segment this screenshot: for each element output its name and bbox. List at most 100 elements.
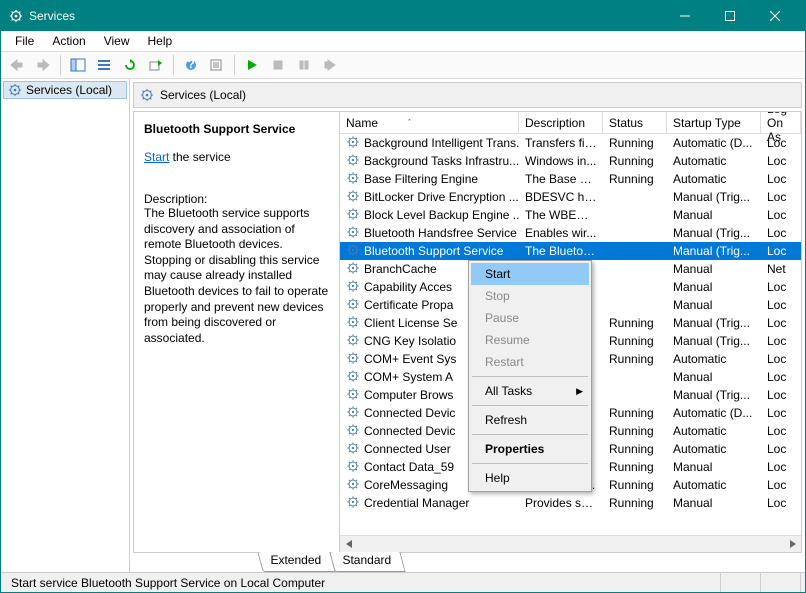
gear-icon [346,207,360,224]
cell-startup: Manual [667,298,761,312]
ctx-help[interactable]: Help [471,467,589,489]
start-service-link[interactable]: Start [144,150,169,164]
export-button[interactable] [144,53,168,77]
ctx-refresh[interactable]: Refresh [471,409,589,431]
cell-description: Windows in... [519,154,603,168]
cell-logon: Loc [761,244,801,258]
gear-icon [346,459,360,476]
cell-logon: Loc [761,388,801,402]
status-spacer [761,573,801,592]
tab-standard[interactable]: Standard [329,552,405,572]
table-row[interactable]: BitLocker Drive Encryption ...BDESVC hos… [340,188,801,206]
ctx-pause[interactable]: Pause [471,307,589,329]
cell-status: Running [603,352,667,366]
cell-logon: Loc [761,406,801,420]
restart-service-button[interactable] [318,53,342,77]
toolbar-separator [234,55,235,75]
forward-button[interactable] [31,53,55,77]
cell-startup: Automatic [667,172,761,186]
table-row[interactable]: Bluetooth Support ServiceThe Bluetoo...M… [340,242,801,260]
tree-node-services-local[interactable]: Services (Local) [3,81,127,99]
tab-extended[interactable]: Extended [257,552,335,572]
cell-startup: Manual [667,460,761,474]
cell-status: Running [603,172,667,186]
menu-help[interactable]: Help [140,32,181,50]
gear-icon [346,135,360,152]
services-icon [9,9,23,23]
cell-logon: Loc [761,478,801,492]
svg-text:?: ? [187,58,194,71]
ctx-all-tasks[interactable]: All Tasks▶ [471,380,589,402]
show-hide-tree-button[interactable] [66,53,90,77]
scroll-right-icon[interactable] [784,537,799,552]
cell-logon: Loc [761,190,801,204]
menu-action[interactable]: Action [44,32,93,50]
ctx-stop[interactable]: Stop [471,285,589,307]
column-logon[interactable]: Log On As [761,112,801,133]
cell-startup: Manual (Trig... [667,388,761,402]
cell-startup: Automatic [667,442,761,456]
minimize-button[interactable] [662,1,707,31]
cell-logon: Loc [761,352,801,366]
cell-name: Block Level Backup Engine ... [340,207,519,224]
cell-description: Enables wir... [519,226,603,240]
table-row[interactable]: Block Level Backup Engine ...The WBENG..… [340,206,801,224]
ctx-separator [472,434,588,435]
cell-startup: Manual (Trig... [667,316,761,330]
cell-description: The WBENG... [519,208,603,222]
menu-bar: File Action View Help [1,31,805,51]
back-button[interactable] [5,53,29,77]
table-row[interactable]: Credential ManagerProvides se...RunningM… [340,494,801,512]
cell-description: BDESVC hos... [519,190,603,204]
start-service-button[interactable] [240,53,264,77]
cell-startup: Manual (Trig... [667,334,761,348]
title-bar: Services [1,1,805,31]
cell-name: Base Filtering Engine [340,171,519,188]
menu-file[interactable]: File [7,32,42,50]
gear-icon [346,261,360,278]
ctx-start[interactable]: Start [471,263,589,285]
pause-service-button[interactable] [292,53,316,77]
cell-status: Running [603,478,667,492]
list-header: Nameˆ Description Status Startup Type Lo… [340,112,801,134]
start-service-line: Start the service [144,150,329,164]
gear-icon [346,477,360,494]
table-row[interactable]: Background Intelligent Trans...Transfers… [340,134,801,152]
cell-logon: Loc [761,208,801,222]
help-button[interactable]: ? [179,53,203,77]
selected-service-name: Bluetooth Support Service [144,122,329,136]
cell-status: Running [603,316,667,330]
cell-logon: Loc [761,460,801,474]
table-row[interactable]: Bluetooth Handsfree ServiceEnables wir..… [340,224,801,242]
details-button[interactable] [92,53,116,77]
refresh-button[interactable] [118,53,142,77]
cell-startup: Manual (Trig... [667,226,761,240]
ctx-separator [472,463,588,464]
ctx-restart[interactable]: Restart [471,351,589,373]
toolbar: ? [1,51,805,79]
column-status[interactable]: Status [603,112,667,133]
gear-icon [346,387,360,404]
stop-service-button[interactable] [266,53,290,77]
gear-icon [346,405,360,422]
cell-startup: Manual [667,496,761,510]
close-button[interactable] [752,1,797,31]
ctx-resume[interactable]: Resume [471,329,589,351]
details-header-text: Services (Local) [160,88,246,102]
scroll-left-icon[interactable] [342,537,357,552]
horizontal-scrollbar[interactable] [340,535,801,552]
menu-view[interactable]: View [96,32,138,50]
column-startup-type[interactable]: Startup Type [667,112,761,133]
maximize-button[interactable] [707,1,752,31]
column-description[interactable]: Description [519,112,603,133]
cell-description: The Base Fil... [519,172,603,186]
cell-startup: Automatic (D... [667,136,761,150]
table-row[interactable]: Background Tasks Infrastru...Windows in.… [340,152,801,170]
cell-startup: Automatic (D... [667,406,761,420]
ctx-properties[interactable]: Properties [471,438,589,460]
properties-button[interactable] [205,53,229,77]
cell-logon: Loc [761,154,801,168]
column-name[interactable]: Nameˆ [340,112,519,133]
table-row[interactable]: Base Filtering EngineThe Base Fil...Runn… [340,170,801,188]
cell-startup: Manual (Trig... [667,244,761,258]
